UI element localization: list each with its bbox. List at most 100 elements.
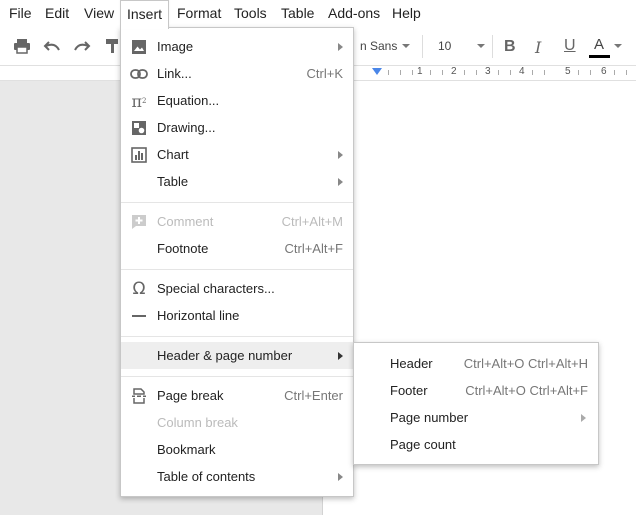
- menu-item-label: Header & page number: [157, 348, 293, 363]
- menu-view[interactable]: View: [78, 0, 120, 28]
- shortcut-text: Ctrl+Enter: [284, 388, 343, 403]
- submenu-item-page-number[interactable]: Page number: [354, 404, 598, 431]
- menu-item-label: Comment: [157, 214, 214, 229]
- menu-divider: [121, 376, 353, 377]
- menu-add-ons[interactable]: Add-ons: [322, 0, 386, 28]
- ruler-tick: [614, 70, 615, 75]
- menu-item-label: Special characters...: [157, 281, 275, 296]
- ruler-tick: [544, 70, 545, 75]
- menu-item-table[interactable]: Table: [121, 168, 353, 195]
- chevron-right-icon: [338, 352, 343, 360]
- paint-format-icon[interactable]: [102, 36, 122, 56]
- font-name-chevron-down-icon[interactable]: [402, 44, 410, 48]
- ruler-tick: [442, 70, 443, 75]
- menu-item-page-break[interactable]: Page break Ctrl+Enter: [121, 382, 353, 409]
- chevron-right-icon: [338, 178, 343, 186]
- bold-button[interactable]: B: [504, 38, 516, 56]
- menu-help[interactable]: Help: [386, 0, 427, 28]
- underline-button[interactable]: U: [564, 37, 576, 55]
- menu-item-label: Bookmark: [157, 442, 216, 457]
- chart-icon: [130, 146, 148, 164]
- ruler-tick: [412, 70, 413, 75]
- shortcut-text: Ctrl+K: [306, 66, 343, 81]
- shortcut-text: Ctrl+Alt+M: [281, 214, 343, 229]
- drawing-icon: [130, 119, 148, 137]
- font-size-chevron-down-icon[interactable]: [477, 44, 485, 48]
- ruler-tick: [464, 70, 465, 75]
- submenu-item-label: Header: [390, 356, 433, 371]
- ruler-number: 2: [451, 66, 457, 77]
- undo-icon[interactable]: [42, 36, 62, 56]
- text-color-swatch: [589, 55, 610, 58]
- menu-edit[interactable]: Edit: [39, 0, 75, 28]
- menu-tools[interactable]: Tools: [228, 0, 273, 28]
- pi-icon: π2: [131, 91, 147, 111]
- menu-item-equation[interactable]: π2 Equation...: [121, 87, 353, 114]
- ruler-tick: [388, 70, 389, 75]
- menu-divider: [121, 336, 353, 337]
- chevron-right-icon: [581, 414, 586, 422]
- ruler-tick: [590, 70, 591, 75]
- ruler-tick: [400, 70, 401, 75]
- menu-table[interactable]: Table: [275, 0, 320, 28]
- submenu-item-label: Page count: [390, 437, 456, 452]
- menu-item-label: Link...: [157, 66, 192, 81]
- print-icon[interactable]: [12, 36, 32, 56]
- menu-item-link[interactable]: Link... Ctrl+K: [121, 60, 353, 87]
- menu-item-label: Chart: [157, 147, 189, 162]
- comment-icon: [130, 213, 148, 231]
- ruler-tick: [626, 70, 627, 75]
- menu-item-column-break: Column break: [121, 409, 353, 436]
- menu-item-header-page-number[interactable]: Header & page number: [121, 342, 353, 369]
- chevron-right-icon: [338, 151, 343, 159]
- menu-insert[interactable]: Insert: [120, 0, 170, 29]
- italic-button[interactable]: I: [535, 38, 541, 57]
- menu-item-label: Table of contents: [157, 469, 256, 484]
- submenu-item-header[interactable]: Header Ctrl+Alt+O Ctrl+Alt+H: [354, 350, 598, 377]
- menu-item-special-characters[interactable]: Ω Special characters...: [121, 275, 353, 302]
- font-size[interactable]: 10: [438, 39, 451, 53]
- chevron-right-icon: [338, 473, 343, 481]
- indent-marker-icon[interactable]: [372, 68, 382, 75]
- submenu-item-label: Page number: [390, 410, 469, 425]
- menu-divider: [121, 269, 353, 270]
- horizontal-line-icon: [130, 307, 148, 325]
- chevron-right-icon: [338, 43, 343, 51]
- menu-item-footnote[interactable]: Footnote Ctrl+Alt+F: [121, 235, 353, 262]
- menu-item-label: Equation...: [157, 93, 220, 108]
- toolbar-divider: [422, 35, 423, 58]
- shortcut-text: Ctrl+Alt+F: [284, 241, 343, 256]
- menu-item-label: Drawing...: [157, 120, 216, 135]
- ruler-tick: [578, 70, 579, 75]
- omega-icon: Ω: [132, 279, 146, 299]
- menu-item-comment: Comment Ctrl+Alt+M: [121, 208, 353, 235]
- shortcut-text: Ctrl+Alt+O Ctrl+Alt+F: [465, 383, 588, 398]
- toolbar-divider: [492, 35, 493, 58]
- ruler-tick: [476, 70, 477, 75]
- ruler-tick: [430, 70, 431, 75]
- redo-icon[interactable]: [72, 36, 92, 56]
- menu-file[interactable]: File: [3, 0, 38, 28]
- menu-item-image[interactable]: Image: [121, 33, 353, 60]
- menu-item-label: Image: [157, 39, 194, 54]
- menu-divider: [121, 202, 353, 203]
- submenu-item-label: Footer: [390, 383, 428, 398]
- ruler-number: 4: [519, 66, 525, 77]
- shortcut-text: Ctrl+Alt+O Ctrl+Alt+H: [463, 356, 588, 371]
- text-color-button[interactable]: A: [594, 36, 604, 53]
- menu-format[interactable]: Format: [171, 0, 227, 28]
- link-icon: [130, 65, 148, 83]
- menu-item-drawing[interactable]: Drawing...: [121, 114, 353, 141]
- menu-item-chart[interactable]: Chart: [121, 141, 353, 168]
- menu-item-table-of-contents[interactable]: Table of contents: [121, 463, 353, 490]
- text-color-chevron-down-icon[interactable]: [614, 44, 622, 48]
- submenu-item-footer[interactable]: Footer Ctrl+Alt+O Ctrl+Alt+F: [354, 377, 598, 404]
- ruler-number: 6: [601, 66, 607, 77]
- menu-item-horizontal-line[interactable]: Horizontal line: [121, 302, 353, 329]
- menu-item-label: Horizontal line: [157, 308, 240, 323]
- ruler-tick: [532, 70, 533, 75]
- font-name[interactable]: n Sans: [360, 39, 397, 53]
- page-break-icon: [130, 387, 148, 405]
- menu-item-bookmark[interactable]: Bookmark: [121, 436, 353, 463]
- submenu-item-page-count[interactable]: Page count: [354, 431, 598, 458]
